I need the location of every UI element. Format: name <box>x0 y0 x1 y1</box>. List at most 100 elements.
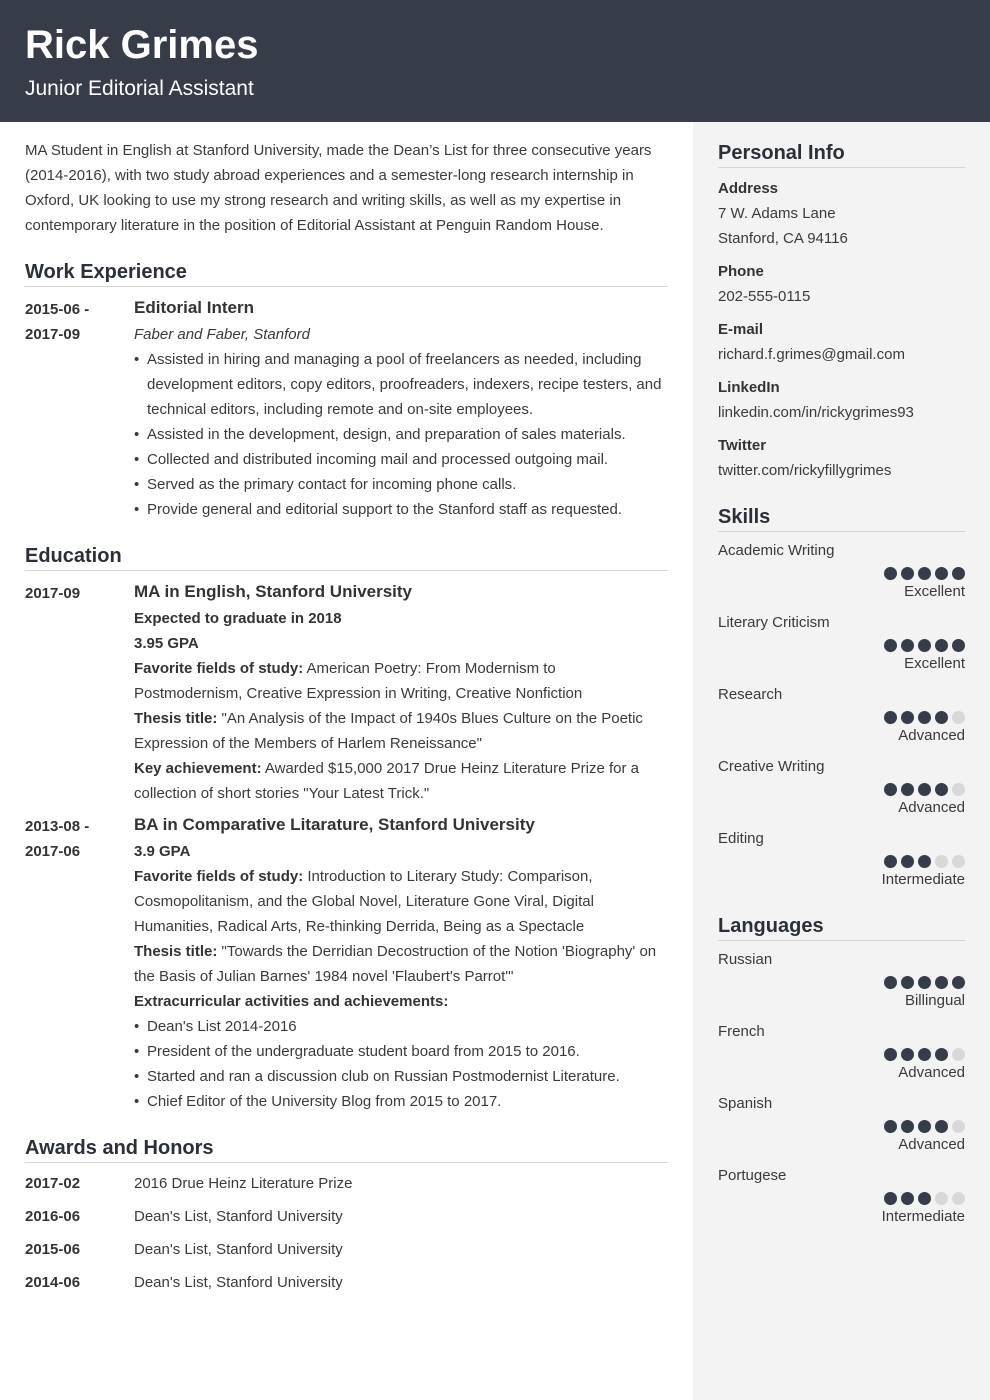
rating-dot-filled-icon <box>918 566 931 580</box>
rating-dot-filled-icon <box>884 638 897 652</box>
rating-dot-filled-icon <box>935 1047 948 1061</box>
rating-dots <box>718 710 965 724</box>
rating-dot-filled-icon <box>884 1047 897 1061</box>
rating-dot-filled-icon <box>918 1047 931 1061</box>
job-title: Editorial Intern <box>134 298 254 317</box>
skill-item: Editing Intermediate <box>718 826 965 892</box>
rating-dot-filled-icon <box>901 1191 914 1205</box>
degree-title: MA in English, Stanford University <box>134 582 413 601</box>
thesis: Thesis title: "Towards the Derridian Dec… <box>134 939 668 989</box>
rating-dot-filled-icon <box>884 782 897 796</box>
rating-dots <box>718 1191 965 1205</box>
rating-dot-empty-icon <box>952 1119 965 1133</box>
education-section: Education 2017-09 MA in English, Stanfor… <box>25 543 668 1114</box>
rating-level: Advanced <box>898 1064 965 1081</box>
gpa: 3.9 GPA <box>134 843 191 860</box>
rating-dot-empty-icon <box>952 1191 965 1205</box>
linkedin-link[interactable]: linkedin.com/in/rickygrimes93 <box>718 400 965 425</box>
list-item: Chief Editor of the University Blog from… <box>134 1089 668 1114</box>
rating-dot-filled-icon <box>901 638 914 652</box>
rating-dot-filled-icon <box>901 1047 914 1061</box>
address-label: Address <box>718 180 779 197</box>
rating-level: Excellent <box>904 583 965 600</box>
rating-dot-filled-icon <box>935 638 948 652</box>
skill-name: Research <box>718 686 783 703</box>
award-item: 2017-02 2016 Drue Heinz Literature Prize <box>25 1171 668 1196</box>
rating-dot-empty-icon <box>952 1047 965 1061</box>
rating-dot-filled-icon <box>884 975 897 989</box>
candidate-title: Junior Editorial Assistant <box>25 77 254 100</box>
gpa: 3.95 GPA <box>134 635 199 652</box>
key-achievement: Key achievement: Awarded $15,000 2017 Dr… <box>134 756 668 806</box>
rating-dot-filled-icon <box>884 566 897 580</box>
rating-dots <box>718 1047 965 1061</box>
thesis-label: Thesis title: <box>134 710 218 727</box>
rating-dot-filled-icon <box>884 710 897 724</box>
award-item: 2015-06 Dean's List, Stanford University <box>25 1237 668 1262</box>
rating-dot-filled-icon <box>918 782 931 796</box>
skills-list: Academic Writing Excellent Literary Critic… <box>718 538 965 892</box>
section-title-languages: Languages <box>718 913 965 941</box>
rating-dot-filled-icon <box>952 975 965 989</box>
rating-dot-empty-icon <box>952 710 965 724</box>
rating-dot-filled-icon <box>935 1119 948 1133</box>
fields-label: Favorite fields of study: <box>134 660 304 677</box>
award-text: Dean's List, Stanford University <box>134 1274 343 1291</box>
award-date: 2015-06 <box>25 1241 81 1258</box>
responsibilities-list: Assisted in hiring and managing a pool o… <box>134 347 668 522</box>
sidebar: Personal Info Address 7 W. Adams Lane St… <box>693 122 990 1400</box>
linkedin-label: LinkedIn <box>718 379 780 396</box>
thesis: Thesis title: "An Analysis of the Impact… <box>134 706 668 756</box>
rating-level: Excellent <box>904 655 965 672</box>
rating-dot-filled-icon <box>952 566 965 580</box>
languages-list: Russian Billingual French Advanced Spanish Ad… <box>718 947 965 1229</box>
rating-dot-filled-icon <box>901 975 914 989</box>
work-experience-section: Work Experience 2015-06 - 2017-09 Editor… <box>25 259 668 522</box>
list-item: Dean's List 2014-2016 <box>134 1014 668 1039</box>
twitter-link[interactable]: twitter.com/rickyfillygrimes <box>718 458 965 483</box>
profile-summary: MA Student in English at Stanford Univer… <box>25 142 652 234</box>
rating-level: Advanced <box>898 1136 965 1153</box>
award-item: 2014-06 Dean's List, Stanford University <box>25 1270 668 1295</box>
main-column: MA Student in English at Stanford Univer… <box>0 122 693 1295</box>
skill-item: Academic Writing Excellent <box>718 538 965 604</box>
email-link[interactable]: richard.f.grimes@gmail.com <box>718 342 965 367</box>
section-title-education: Education <box>25 543 668 571</box>
rating-dot-empty-icon <box>952 782 965 796</box>
rating-dot-filled-icon <box>884 1191 897 1205</box>
resume-header: Rick Grimes Junior Editorial Assistant <box>0 0 990 122</box>
list-item: Provide general and editorial support to… <box>134 497 668 522</box>
award-item: 2016-06 Dean's List, Stanford University <box>25 1204 668 1229</box>
language-name: French <box>718 1023 765 1040</box>
rating-dots <box>718 566 965 580</box>
section-title-awards: Awards and Honors <box>25 1135 668 1163</box>
rating-level: Intermediate <box>881 871 965 888</box>
section-title-work-experience: Work Experience <box>25 259 668 287</box>
language-name: Russian <box>718 951 773 968</box>
rating-dot-filled-icon <box>884 1119 897 1133</box>
award-text: 2016 Drue Heinz Literature Prize <box>134 1175 353 1192</box>
language-name: Spanish <box>718 1095 773 1112</box>
personal-info-section: Personal Info Address 7 W. Adams Lane St… <box>718 140 965 483</box>
rating-dots <box>718 782 965 796</box>
skills-section: Skills Academic Writing Excellent Literary… <box>718 504 965 892</box>
fields-of-study: Favorite fields of study: Introduction t… <box>134 864 668 939</box>
award-date: 2017-02 <box>25 1175 81 1192</box>
section-title-personal-info: Personal Info <box>718 140 965 168</box>
email-label: E-mail <box>718 321 764 338</box>
awards-section: Awards and Honors 2017-02 2016 Drue Hein… <box>25 1135 668 1295</box>
education-entry-body: MA in English, Stanford University Expec… <box>134 581 668 806</box>
date-start: 2013-08 - <box>25 818 90 835</box>
rating-dot-filled-icon <box>901 1119 914 1133</box>
rating-dot-filled-icon <box>935 566 948 580</box>
date-start: 2015-06 - <box>25 301 90 318</box>
language-name: Portugese <box>718 1167 787 1184</box>
skill-item: Research Advanced <box>718 682 965 748</box>
rating-dot-empty-icon <box>935 854 948 868</box>
rating-dot-filled-icon <box>935 710 948 724</box>
section-title-skills: Skills <box>718 504 965 532</box>
extracurricular-label: Extracurricular activities and achieveme… <box>134 993 449 1010</box>
work-entry-dates: 2015-06 - 2017-09 <box>25 297 134 522</box>
rating-level: Intermediate <box>881 1208 965 1225</box>
phone-value[interactable]: 202-555-0115 <box>718 284 965 309</box>
